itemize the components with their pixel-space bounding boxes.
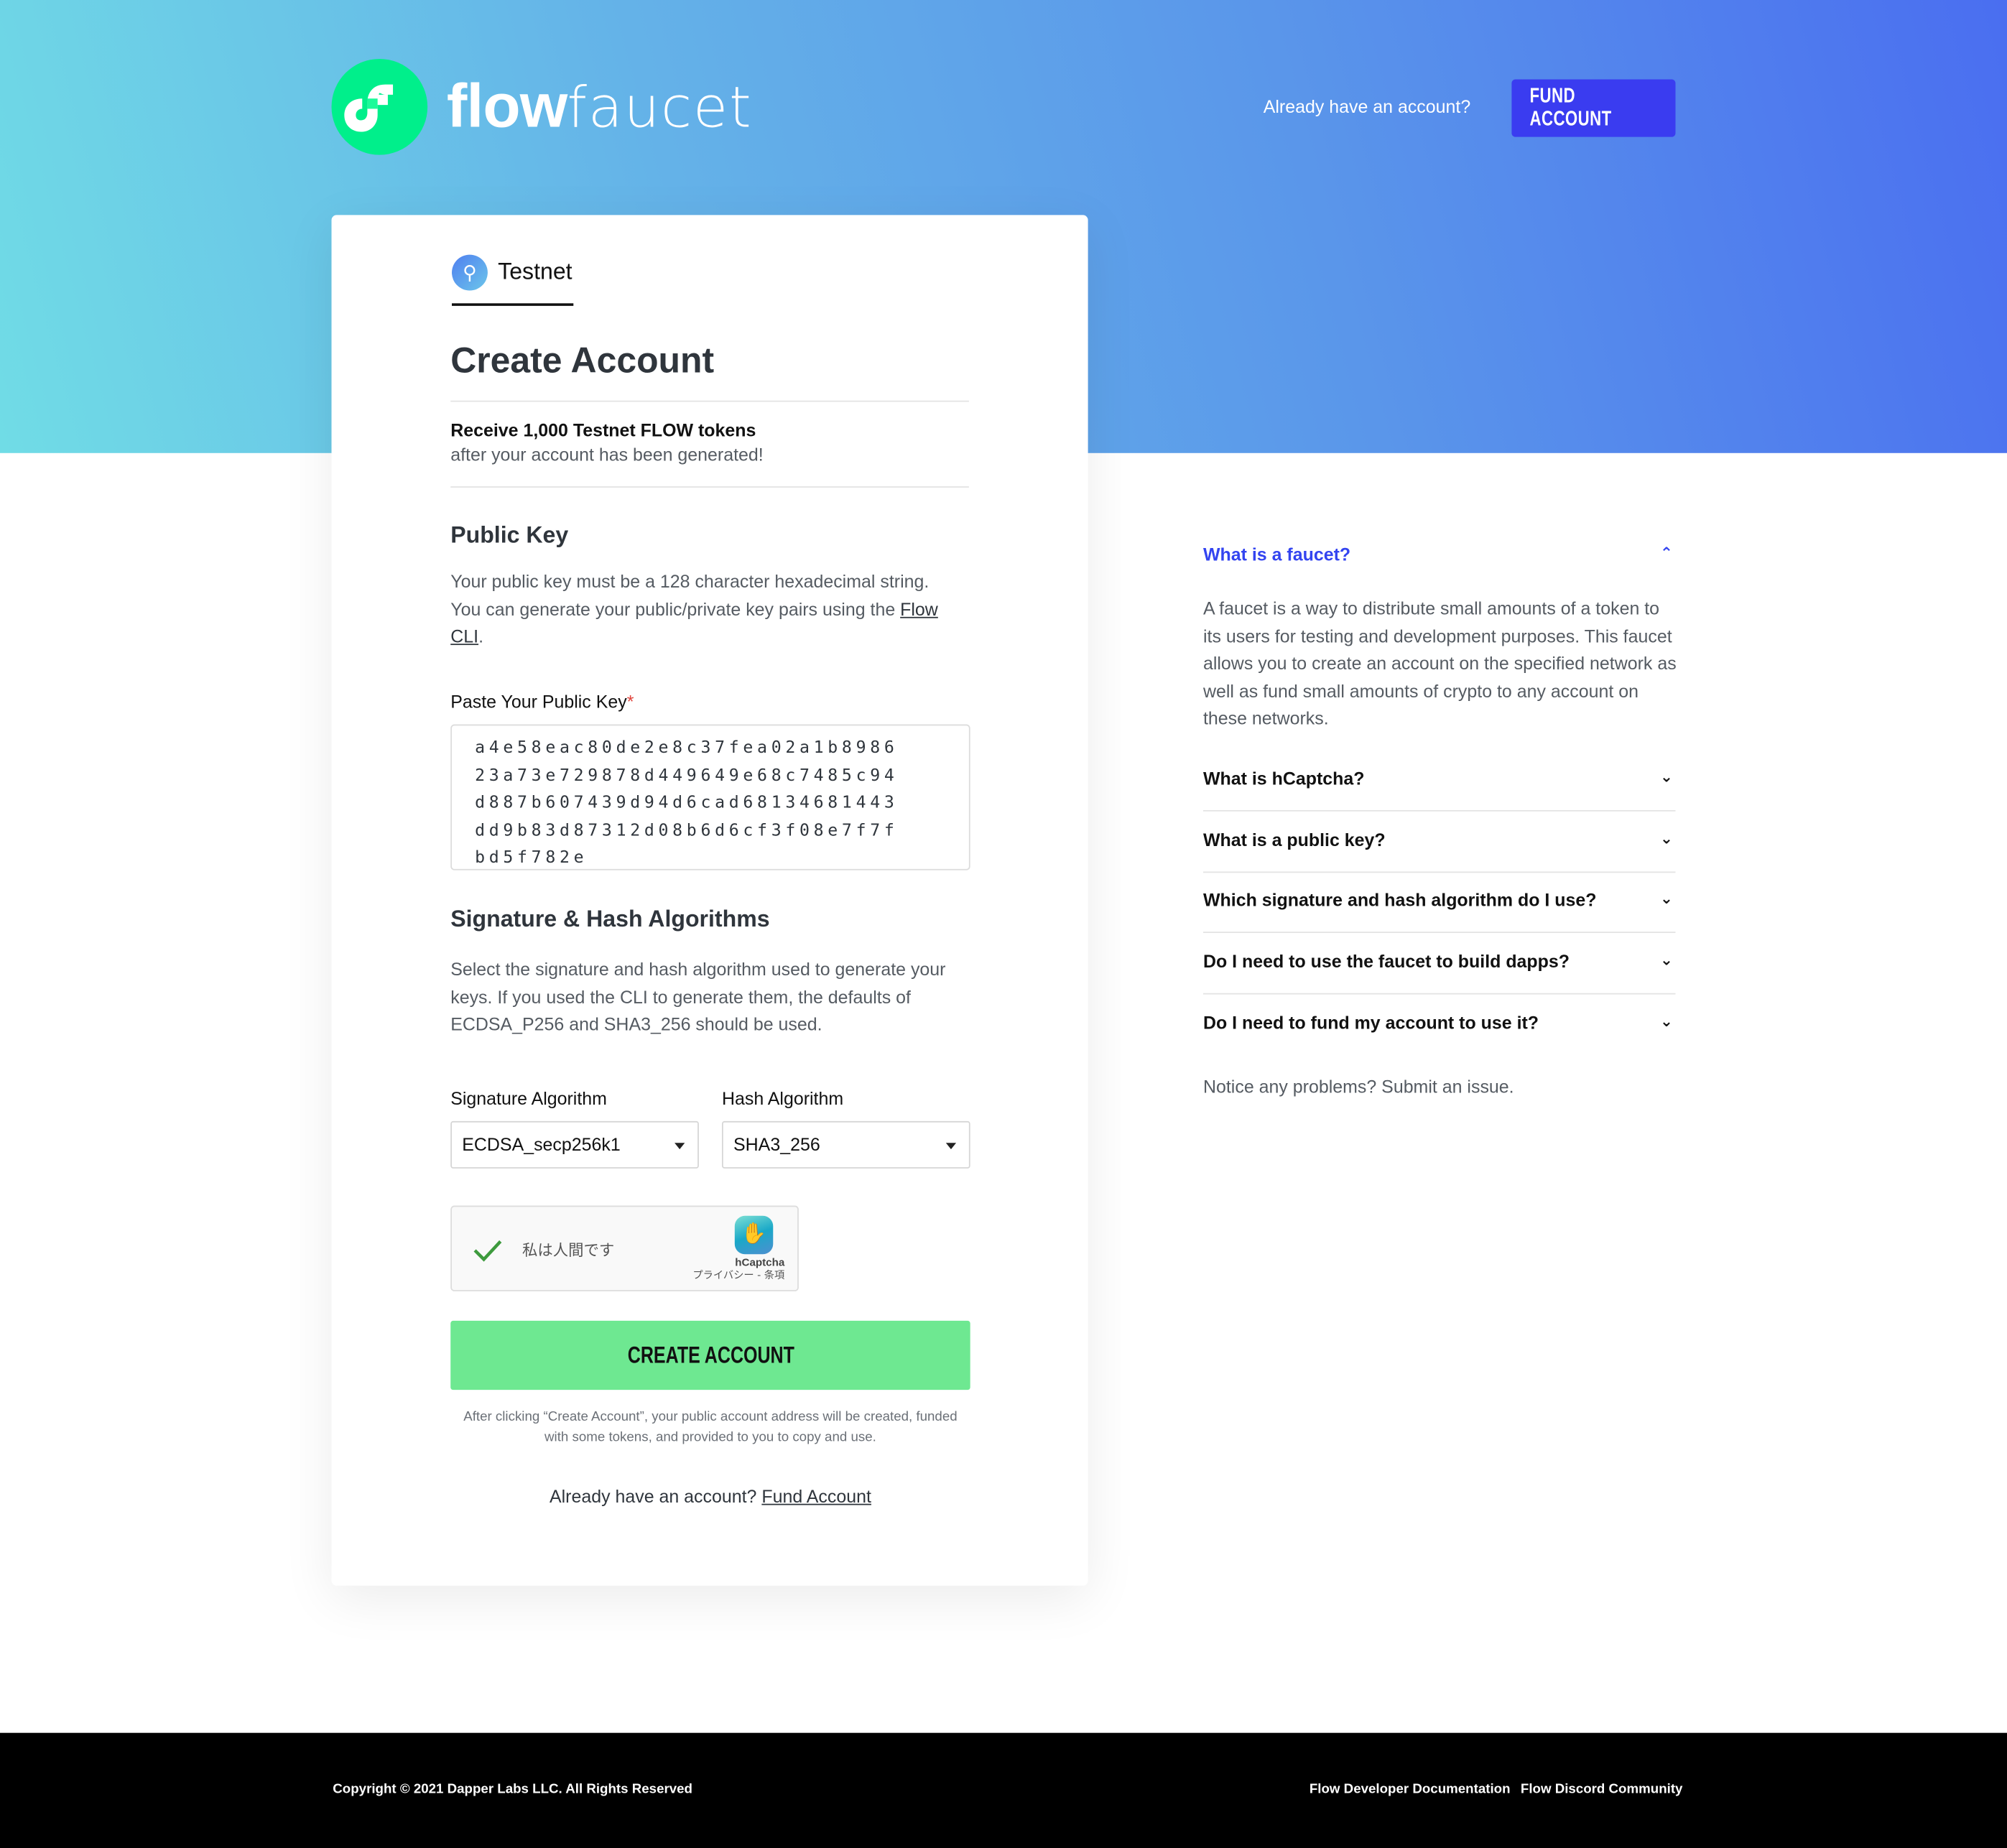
- faq-divider: [1202, 993, 1676, 995]
- public-key-desc-text: Your public key must be a 128 character …: [450, 570, 930, 619]
- footer-copyright: Copyright © 2021 Dapper Labs LLC. All Ri…: [333, 1781, 693, 1797]
- already-text: Already have an account?: [549, 1485, 757, 1507]
- divider: [450, 400, 969, 402]
- footer-link-discord[interactable]: Flow Discord Community: [1521, 1781, 1683, 1796]
- public-key-textarea[interactable]: a4e58eac80de2e8c37fea02a1b8986 23a73e729…: [450, 724, 970, 870]
- caret-down-icon: [945, 1143, 957, 1150]
- caret-down-icon: [675, 1143, 685, 1150]
- hcaptcha-logo-icon: ✋: [734, 1215, 774, 1255]
- algorithms-description: Select the signature and hash algorithm …: [450, 958, 946, 1034]
- brand-wordmark[interactable]: flowfaucet: [447, 72, 753, 142]
- faq-divider: [1202, 871, 1676, 873]
- faq-question-label: Do I need to fund my account to use it?: [1202, 1012, 1539, 1033]
- public-key-description: Your public key must be a 128 character …: [450, 568, 963, 651]
- page-title: Create Account: [450, 340, 715, 381]
- signature-algorithm-select[interactable]: ECDSA_secp256k1: [450, 1120, 699, 1169]
- chevron-down-icon: ⌄: [1660, 1012, 1673, 1031]
- hcaptcha-links[interactable]: プライバシー - 条項: [692, 1268, 784, 1283]
- create-account-label: CREATE ACCOUNT: [626, 1342, 794, 1368]
- create-disclaimer: After clicking “Create Account”, your pu…: [463, 1408, 958, 1445]
- faq-divider: [1202, 932, 1676, 933]
- faq-question-faucet[interactable]: What is a faucet? ⌃: [1203, 544, 1676, 565]
- footer: [0, 1732, 2007, 1848]
- faq-question[interactable]: Do I need to fund my account to use it? ⌄: [1203, 1012, 1676, 1033]
- brand-bold: flow: [446, 73, 567, 141]
- tab-testnet[interactable]: Testnet: [498, 259, 572, 285]
- public-key-label-text: Paste Your Public Key: [450, 691, 627, 712]
- public-key-heading: Public Key: [450, 522, 569, 548]
- faq-question[interactable]: Which signature and hash algorithm do I …: [1203, 889, 1676, 910]
- faq-question[interactable]: What is hCaptcha? ⌄: [1203, 768, 1676, 789]
- public-key-label: Paste Your Public Key*: [450, 689, 634, 716]
- period: .: [478, 626, 483, 646]
- hcaptcha-brand: hCaptcha: [735, 1255, 785, 1268]
- signature-algorithm-value: ECDSA_secp256k1: [462, 1133, 621, 1155]
- flow-logo-icon[interactable]: [331, 58, 428, 155]
- chevron-down-icon: ⌄: [1660, 768, 1673, 786]
- create-account-button[interactable]: CREATE ACCOUNT: [450, 1320, 970, 1390]
- hash-algorithm-select[interactable]: SHA3_256: [721, 1120, 970, 1169]
- fund-account-label: FUND ACCOUNT: [1529, 85, 1612, 130]
- checkmark-icon: [473, 1240, 502, 1262]
- signature-algorithm-label: Signature Algorithm: [450, 1087, 607, 1109]
- faq-question-label: What is a faucet?: [1202, 544, 1351, 565]
- faq-question-label: Which signature and hash algorithm do I …: [1202, 889, 1597, 910]
- brand-light: faucet: [567, 75, 753, 141]
- faq-divider: [1202, 809, 1676, 812]
- captcha-label: 私は人間です: [522, 1241, 615, 1260]
- algorithms-heading: Signature & Hash Algorithms: [450, 906, 770, 932]
- chevron-down-icon: ⌄: [1660, 889, 1673, 908]
- receive-subtitle: after your account has been generated!: [450, 444, 764, 465]
- notice-issue-link[interactable]: Notice any problems? Submit an issue.: [1203, 1074, 1514, 1101]
- faq-question-label: What is a public key?: [1202, 829, 1386, 850]
- faq-question[interactable]: What is a public key? ⌄: [1203, 830, 1676, 850]
- faq-question-label: What is hCaptcha?: [1202, 768, 1365, 789]
- faq-question-label: Do I need to use the faucet to build dap…: [1202, 950, 1570, 972]
- receive-title: Receive 1,000 Testnet FLOW tokens: [450, 419, 756, 440]
- already-have-account-text: Already have an account?: [1263, 96, 1471, 117]
- faucet-icon: ⚲: [452, 254, 488, 291]
- fund-account-button[interactable]: FUND ACCOUNT: [1511, 79, 1676, 137]
- already-have-account: Already have an account? Fund Account: [450, 1486, 970, 1507]
- hcaptcha-widget[interactable]: 私は人間です ✋ hCaptcha プライバシー - 条項: [450, 1205, 799, 1291]
- divider: [450, 486, 969, 488]
- hash-algorithm-value: SHA3_256: [733, 1133, 820, 1155]
- chevron-up-icon: ⌃: [1660, 544, 1673, 562]
- tab-active-underline: [452, 303, 574, 306]
- required-mark: *: [626, 691, 634, 712]
- hash-algorithm-label: Hash Algorithm: [721, 1087, 844, 1109]
- faq-answer: A faucet is a way to distribute small am…: [1202, 598, 1677, 728]
- fund-account-link[interactable]: Fund Account: [761, 1486, 871, 1507]
- chevron-down-icon: ⌄: [1660, 829, 1673, 848]
- footer-link-docs[interactable]: Flow Developer Documentation: [1310, 1781, 1511, 1796]
- faq-question[interactable]: Do I need to use the faucet to build dap…: [1203, 951, 1676, 972]
- chevron-down-icon: ⌄: [1660, 950, 1673, 969]
